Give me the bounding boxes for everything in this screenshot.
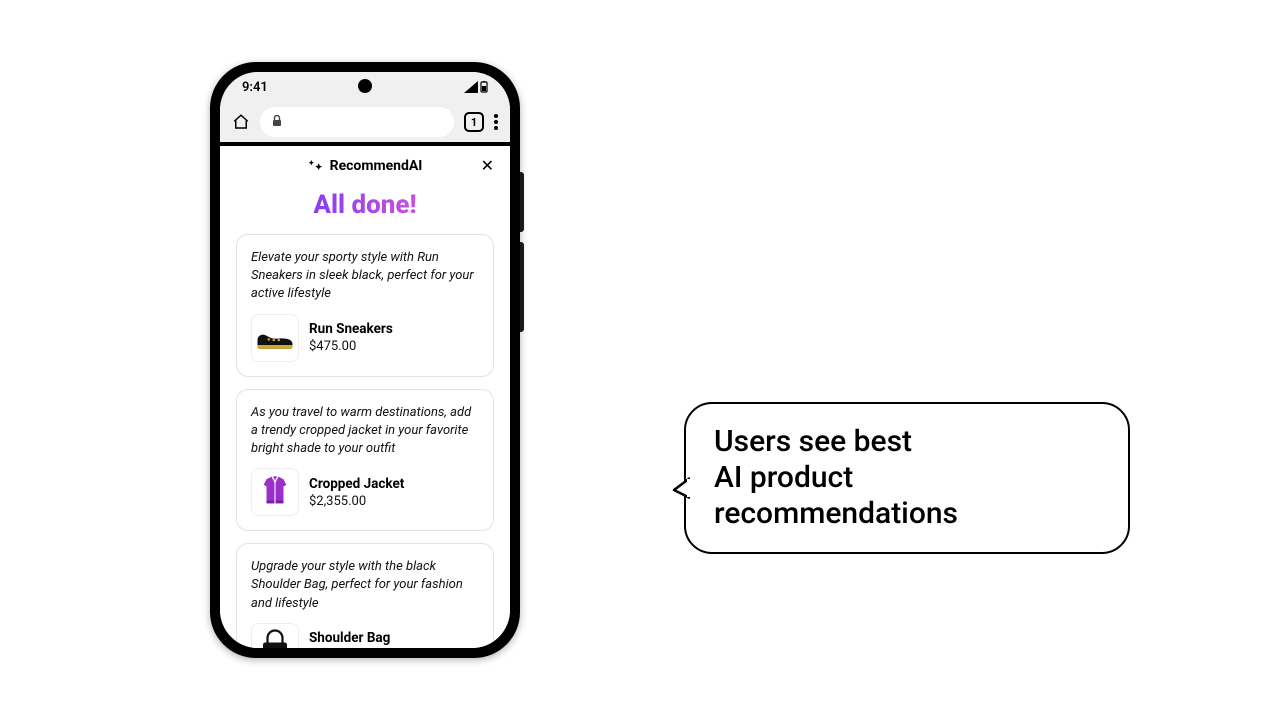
- product-row: MOSCHINO Shoulder Bag $655.00: [251, 623, 479, 648]
- signal-icon: [464, 81, 478, 93]
- recommendation-card[interactable]: Elevate your sporty style with Run Sneak…: [236, 234, 494, 377]
- status-bar: 9:41: [220, 72, 510, 102]
- callout-line1: Users see best: [714, 424, 912, 459]
- status-right-icons: [464, 81, 488, 93]
- recommendation-pitch: Upgrade your style with the black Should…: [251, 558, 479, 613]
- tab-count-label: 1: [471, 116, 477, 129]
- product-row: Run Sneakers $475.00: [251, 314, 479, 362]
- panel-header: RecommendAI ✕: [220, 146, 510, 180]
- product-thumbnail: [251, 468, 299, 516]
- sparkle-icon: [308, 158, 324, 174]
- tab-count-button[interactable]: 1: [464, 112, 484, 132]
- recommendation-list[interactable]: Elevate your sporty style with Run Sneak…: [220, 234, 510, 648]
- callout-bubble: Users see best AI product recommendation…: [684, 402, 1130, 554]
- battery-icon: [480, 81, 488, 93]
- phone-side-button-2: [520, 242, 524, 332]
- product-thumbnail: MOSCHINO: [251, 623, 299, 648]
- product-name: Cropped Jacket: [309, 476, 404, 492]
- jacket-icon: [258, 475, 292, 509]
- callout-line2: AI product recommendations: [714, 460, 958, 531]
- recommendation-pitch: As you travel to warm destinations, add …: [251, 404, 479, 459]
- recommend-panel: RecommendAI ✕ All done! Elevate your spo…: [220, 146, 510, 648]
- overflow-menu-icon[interactable]: [494, 114, 498, 130]
- bubble-tail-icon: [672, 476, 690, 500]
- product-name: Shoulder Bag: [309, 630, 390, 646]
- close-button[interactable]: ✕: [481, 158, 494, 174]
- camera-notch: [358, 79, 372, 93]
- url-bar[interactable]: [260, 107, 454, 137]
- phone-side-button: [520, 172, 524, 232]
- recommendation-card[interactable]: Upgrade your style with the black Should…: [236, 543, 494, 648]
- phone-frame: 9:41 1: [210, 62, 520, 658]
- product-name: Run Sneakers: [309, 321, 393, 337]
- home-icon[interactable]: [232, 113, 250, 131]
- recommendation-pitch: Elevate your sporty style with Run Sneak…: [251, 249, 479, 304]
- product-thumbnail: [251, 314, 299, 362]
- lock-icon: [272, 115, 282, 130]
- browser-toolbar: 1: [220, 102, 510, 146]
- headline: All done!: [220, 190, 510, 220]
- recommendation-card[interactable]: As you travel to warm destinations, add …: [236, 389, 494, 532]
- sneaker-icon: [255, 325, 295, 350]
- phone-screen: 9:41 1: [220, 72, 510, 648]
- product-row: Cropped Jacket $2,355.00: [251, 468, 479, 516]
- product-price: $2,355.00: [309, 494, 404, 509]
- panel-title: RecommendAI: [330, 158, 423, 174]
- product-price: $475.00: [309, 339, 393, 354]
- clock-label: 9:41: [242, 80, 268, 95]
- callout-text: Users see best AI product recommendation…: [684, 402, 1130, 554]
- bag-icon: MOSCHINO: [257, 629, 293, 648]
